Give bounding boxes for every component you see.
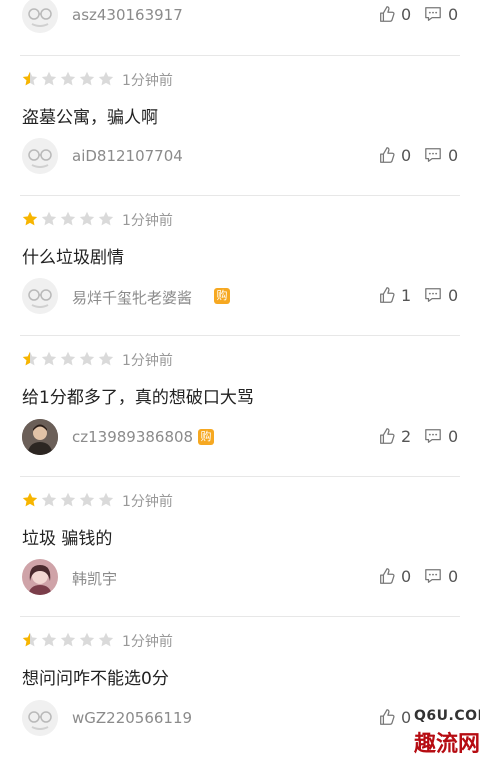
glasses-avatar-icon	[22, 700, 58, 736]
divider	[20, 335, 460, 336]
comment-icon[interactable]	[424, 567, 442, 585]
comment-text: 给1分都多了，真的想破口大骂	[22, 388, 254, 408]
rating-stars	[22, 71, 117, 87]
reply-count: 0	[448, 567, 459, 586]
avatar[interactable]	[22, 700, 58, 736]
like-count: 0	[401, 708, 412, 727]
avatar[interactable]	[22, 0, 58, 33]
comment-text: 盗墓公寓，骗人啊	[22, 108, 158, 128]
reply-count: 0	[448, 5, 459, 24]
comment-text: 什么垃圾剧情	[22, 248, 124, 268]
divider	[20, 476, 460, 477]
thumbs-up-icon[interactable]	[378, 567, 396, 585]
avatar[interactable]	[22, 559, 58, 595]
user-photo-icon	[22, 419, 58, 455]
reply-count: 0	[448, 146, 459, 165]
purchased-badge: 购	[198, 429, 214, 445]
reply-count: 0	[448, 427, 459, 446]
comment-icon[interactable]	[424, 427, 442, 445]
star-icon	[22, 211, 114, 226]
comment-time: 1分钟前	[122, 494, 173, 510]
avatar[interactable]	[22, 419, 58, 455]
rating-stars	[22, 351, 117, 367]
like-count: 0	[401, 146, 412, 165]
comment-time: 1分钟前	[122, 634, 173, 650]
like-count: 0	[401, 567, 412, 586]
comment-icon[interactable]	[424, 286, 442, 304]
comment-icon[interactable]	[424, 5, 442, 23]
comment-time: 1分钟前	[122, 73, 173, 89]
like-count: 1	[401, 286, 412, 305]
divider	[20, 55, 460, 56]
avatar[interactable]	[22, 278, 58, 314]
star-icon	[22, 71, 114, 86]
comment-icon[interactable]	[424, 146, 442, 164]
reply-count: 0	[448, 286, 459, 305]
username[interactable]: cz13989386808	[72, 428, 193, 446]
like-count: 0	[401, 5, 412, 24]
divider	[20, 616, 460, 617]
divider	[20, 195, 460, 196]
rating-stars	[22, 492, 117, 508]
thumbs-up-icon[interactable]	[378, 708, 396, 726]
username[interactable]: 韩凯宇	[72, 568, 117, 589]
comment-time: 1分钟前	[122, 213, 173, 229]
glasses-avatar-icon	[22, 0, 58, 33]
like-count: 2	[401, 427, 412, 446]
username[interactable]: aiD812107704	[72, 147, 183, 165]
comment-time: 1分钟前	[122, 353, 173, 369]
purchased-badge: 购	[214, 288, 230, 304]
star-icon	[22, 492, 114, 507]
comment-text: 垃圾 骗钱的	[22, 529, 113, 549]
glasses-avatar-icon	[22, 138, 58, 174]
rating-stars	[22, 211, 117, 227]
thumbs-up-icon[interactable]	[378, 427, 396, 445]
glasses-avatar-icon	[22, 278, 58, 314]
username[interactable]: asz430163917	[72, 6, 183, 24]
thumbs-up-icon[interactable]	[378, 146, 396, 164]
star-icon	[22, 632, 114, 647]
username[interactable]: wGZ220566119	[72, 709, 192, 727]
avatar[interactable]	[22, 138, 58, 174]
username[interactable]: 易烊千玺牝老婆酱	[72, 287, 192, 308]
thumbs-up-icon[interactable]	[378, 5, 396, 23]
star-icon	[22, 351, 114, 366]
watermark-domain: Q6U.COM	[414, 708, 480, 724]
user-photo-icon	[22, 559, 58, 595]
watermark-logo: 趣流网	[414, 732, 480, 757]
thumbs-up-icon[interactable]	[378, 286, 396, 304]
rating-stars	[22, 632, 117, 648]
comment-text: 想问问咋不能选0分	[22, 669, 169, 689]
